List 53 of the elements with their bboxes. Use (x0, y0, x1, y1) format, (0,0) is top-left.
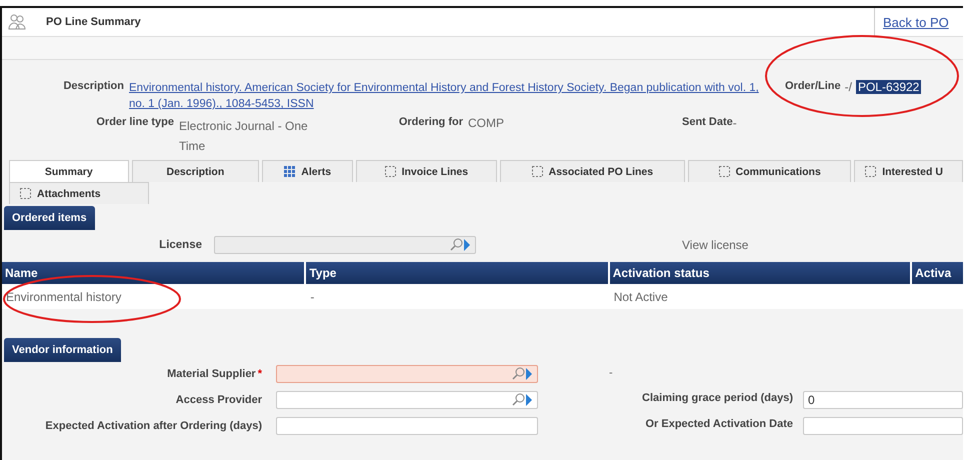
people-icon (8, 13, 26, 31)
table-cell: Not Active (614, 290, 668, 304)
table-cell: Environmental history (6, 290, 122, 304)
description-link[interactable]: Environmental history. American Society for Environmental History and Forest History Society. Began publication with vol. 1, no. 1 (Jan. 1996)., 1084-5453, ISSN (129, 80, 771, 112)
search-icon (511, 367, 533, 381)
tab[interactable]: Attachments (9, 182, 149, 204)
field-value: - (609, 367, 613, 379)
field-value: COMP (468, 116, 505, 130)
field-label: Order line type (95, 116, 174, 128)
field-label: License (158, 239, 202, 251)
table-row[interactable]: Environmental history - Not Active (2, 284, 963, 309)
field-value: Electronic Journal - One Time (179, 118, 309, 155)
input-field[interactable]: 0 (803, 391, 963, 409)
tab[interactable]: Invoice Lines (356, 160, 496, 182)
input-field[interactable] (276, 417, 538, 435)
input-field[interactable] (276, 391, 538, 409)
field-label: Or Expected Activation Date (644, 418, 793, 430)
field-label: Description (62, 80, 124, 92)
field-label: Ordering for (398, 116, 463, 128)
field-label: Sent Date (682, 116, 733, 128)
search-icon (449, 238, 471, 252)
grid-icon (284, 166, 296, 177)
dotted-square-icon (718, 166, 730, 177)
field-label: Claiming grace period (days) (641, 392, 793, 404)
order-line-number: POL-63922 (856, 80, 922, 94)
field-label: Expected Activation after Ordering (days) (44, 419, 262, 434)
table-cell: - (310, 290, 314, 304)
tab[interactable]: Summary (9, 160, 129, 182)
tab[interactable]: Description (132, 160, 260, 182)
field-label: Material Supplier * (166, 367, 262, 382)
dotted-square-icon (865, 166, 876, 177)
search-icon (511, 393, 533, 407)
tab[interactable]: Communications (688, 160, 852, 182)
section-header: Ordered items (4, 206, 95, 230)
field-value: - (732, 116, 737, 130)
field-label: Access Provider (174, 393, 262, 408)
tab[interactable]: Interested U (854, 160, 963, 182)
dotted-square-icon (532, 166, 543, 177)
input-field[interactable] (276, 365, 538, 383)
page-title: PO Line Summary (46, 16, 142, 28)
dotted-square-icon (20, 188, 31, 199)
field-value: -/ (844, 80, 852, 94)
view-license-link[interactable]: View license (682, 238, 748, 252)
column-header[interactable]: Activa (912, 262, 963, 284)
required-mark: * (258, 368, 262, 380)
tab[interactable]: Alerts (262, 160, 354, 182)
input-field[interactable] (803, 417, 963, 435)
section-header: Vendor information (4, 338, 121, 362)
back-link[interactable]: Back to PO (874, 8, 963, 36)
dotted-square-icon (384, 166, 396, 177)
license-field[interactable] (214, 236, 476, 254)
tab[interactable]: Associated PO Lines (500, 160, 686, 182)
field-label: Order/Line (785, 80, 841, 92)
